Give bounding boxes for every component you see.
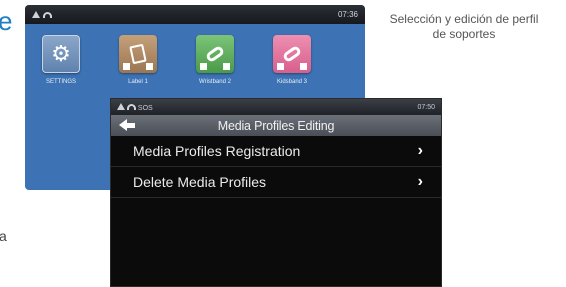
- title-bar: Media Profiles Editing: [111, 115, 441, 136]
- label-icon: [129, 43, 147, 65]
- menu-item-label: Delete Media Profiles: [133, 174, 267, 190]
- app-label: Label 1: [128, 79, 148, 85]
- app-kidsband-3[interactable]: Kidsband 3: [272, 35, 312, 85]
- settings-tile[interactable]: ⚙: [42, 35, 80, 73]
- app-grid: ⚙ SETTINGS Label 1 Wristband 2 Kidsband …: [41, 35, 312, 85]
- cropped-text-fragment: a: [0, 228, 7, 244]
- back-arrow-icon[interactable]: [119, 119, 135, 132]
- launcher-clock: 07:36: [337, 10, 358, 19]
- badge-icon: [223, 63, 230, 70]
- alert-icon: [117, 102, 125, 110]
- launcher-status-bar: 07:36: [25, 5, 365, 24]
- app-wristband-2[interactable]: Wristband 2: [195, 35, 235, 85]
- alert-icon: [32, 11, 40, 18]
- app-label: Wristband 2: [199, 79, 231, 85]
- status-icons: [32, 11, 52, 18]
- page-title: Media Profiles Editing: [217, 118, 335, 133]
- app-settings[interactable]: ⚙ SETTINGS: [41, 35, 81, 85]
- kidsband-tile[interactable]: [273, 35, 311, 73]
- label-tile[interactable]: [119, 35, 157, 73]
- editor-clock: 07:50: [417, 103, 435, 111]
- app-label-1[interactable]: Label 1: [118, 35, 158, 85]
- badge-icon: [123, 63, 130, 70]
- media-profiles-screen: SOS 07:50 Media Profiles Editing Media P…: [110, 98, 442, 287]
- wristband-tile[interactable]: [196, 35, 234, 73]
- menu-item-delete[interactable]: Delete Media Profiles ›: [111, 167, 441, 198]
- wifi-icon: [43, 11, 52, 18]
- badge-icon: [277, 63, 284, 70]
- kidsband-icon: [281, 44, 303, 64]
- caption-text: Selección y edición de perfil de soporte…: [389, 12, 539, 41]
- status-text: SOS: [137, 104, 153, 112]
- gear-icon: ⚙: [51, 41, 71, 66]
- wristband-icon: [204, 44, 226, 64]
- cropped-heading-fragment: e: [0, 6, 13, 36]
- app-label: SETTINGS: [45, 79, 76, 85]
- menu-item-registration[interactable]: Media Profiles Registration ›: [111, 136, 441, 167]
- badge-icon: [146, 63, 153, 70]
- app-label: Kidsband 3: [276, 79, 308, 85]
- editor-status-bar: SOS 07:50: [111, 99, 441, 115]
- chevron-right-icon: ›: [417, 173, 423, 190]
- chevron-right-icon: ›: [417, 142, 423, 159]
- status-icons: SOS: [117, 102, 153, 112]
- badge-icon: [200, 63, 207, 70]
- wifi-icon: [126, 103, 136, 110]
- badge-icon: [300, 63, 307, 70]
- menu-item-label: Media Profiles Registration: [133, 143, 301, 159]
